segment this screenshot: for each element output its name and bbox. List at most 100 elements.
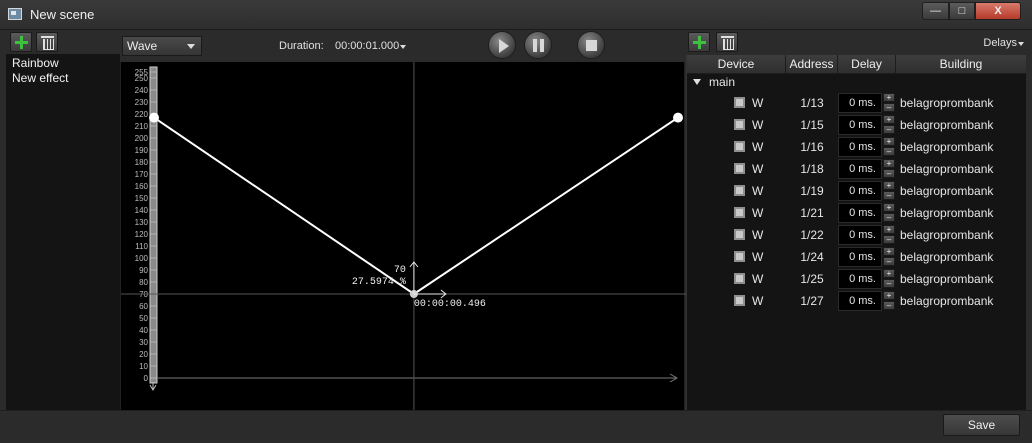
delete-device-button[interactable] <box>716 32 738 52</box>
effect-item-new-effect[interactable]: New effect <box>12 71 114 86</box>
delay-increment-button[interactable]: + <box>883 225 895 234</box>
delays-menu-label: Delays <box>983 37 1017 49</box>
column-header-delay[interactable]: Delay <box>838 55 896 73</box>
delay-input[interactable]: 0 ms. <box>838 137 882 157</box>
delete-effect-button[interactable] <box>36 32 58 52</box>
editor-toolbar: Wave Duration: 00:00:01.000 <box>120 30 685 62</box>
device-building: belagroprombank <box>900 140 994 154</box>
delay-increment-button[interactable]: + <box>883 159 895 168</box>
delay-decrement-button[interactable]: – <box>883 213 895 222</box>
maximize-button[interactable]: □ <box>949 2 975 20</box>
device-row[interactable]: W 1/25 0 ms. + – belagroprombank <box>687 268 1026 290</box>
close-button[interactable]: X <box>975 2 1021 20</box>
delay-increment-button[interactable]: + <box>883 181 895 190</box>
device-row[interactable]: W 1/27 0 ms. + – belagroprombank <box>687 290 1026 312</box>
delay-decrement-button[interactable]: – <box>883 147 895 156</box>
scale-tick-label: 50 <box>139 314 148 323</box>
delay-increment-button[interactable]: + <box>883 291 895 300</box>
add-device-button[interactable] <box>688 32 710 52</box>
device-row[interactable]: W 1/21 0 ms. + – belagroprombank <box>687 202 1026 224</box>
pause-button[interactable] <box>524 31 552 59</box>
device-address: 1/19 <box>800 184 824 198</box>
window-title: New scene <box>30 7 95 22</box>
column-header-device[interactable]: Device <box>687 55 786 73</box>
stop-button[interactable] <box>577 31 605 59</box>
delay-decrement-button[interactable]: – <box>883 191 895 200</box>
delay-decrement-button[interactable]: – <box>883 125 895 134</box>
wave-curve[interactable] <box>153 116 679 296</box>
device-row[interactable]: W 1/24 0 ms. + – belagroprombank <box>687 246 1026 268</box>
tree-group-main[interactable]: main <box>687 74 1026 92</box>
scale-tick-label: 10 <box>139 362 148 371</box>
app-window-icon <box>8 8 22 20</box>
scale-tick-label: 80 <box>139 278 148 287</box>
delay-input[interactable]: 0 ms. <box>838 247 882 267</box>
duration-value[interactable]: 00:00:01.000 <box>335 40 399 52</box>
add-effect-button[interactable] <box>10 32 32 52</box>
expand-arrow-icon[interactable] <box>693 79 701 85</box>
device-row[interactable]: W 1/16 0 ms. + – belagroprombank <box>687 136 1026 158</box>
device-building: belagroprombank <box>900 294 994 308</box>
delay-decrement-button[interactable]: – <box>883 169 895 178</box>
title-bar: New scene — □ X <box>0 0 1032 30</box>
device-row[interactable]: W 1/19 0 ms. + – belagroprombank <box>687 180 1026 202</box>
device-name: W <box>752 228 764 242</box>
minimize-button[interactable]: — <box>922 2 949 20</box>
device-building: belagroprombank <box>900 96 994 110</box>
chip-icon <box>731 292 748 309</box>
devices-table: Device Address Delay Building main W 1/13… <box>686 55 1026 410</box>
keyframe-point[interactable] <box>149 112 159 123</box>
scale-tick-label: 150 <box>135 194 149 203</box>
delay-decrement-button[interactable]: – <box>883 103 895 112</box>
duration-label: Duration: <box>279 40 324 52</box>
column-header-address[interactable]: Address <box>786 55 838 73</box>
scale-tick-label: 100 <box>135 254 149 263</box>
delay-increment-button[interactable]: + <box>883 203 895 212</box>
save-button[interactable]: Save <box>943 414 1020 436</box>
chip-icon <box>731 270 748 287</box>
device-row[interactable]: W 1/15 0 ms. + – belagroprombank <box>687 114 1026 136</box>
delay-input[interactable]: 0 ms. <box>838 291 882 311</box>
delay-decrement-button[interactable]: – <box>883 257 895 266</box>
effect-type-select[interactable]: Wave <box>122 36 202 56</box>
delay-input[interactable]: 0 ms. <box>838 93 882 113</box>
delay-input[interactable]: 0 ms. <box>838 203 882 223</box>
device-row[interactable]: W 1/18 0 ms. + – belagroprombank <box>687 158 1026 180</box>
device-address: 1/13 <box>800 96 824 110</box>
delay-increment-button[interactable]: + <box>883 93 895 102</box>
pause-icon <box>533 39 544 52</box>
device-row[interactable]: W 1/22 0 ms. + – belagroprombank <box>687 224 1026 246</box>
keyframe-points[interactable] <box>149 112 683 298</box>
chip-icon <box>731 94 748 111</box>
delay-decrement-button[interactable]: – <box>883 235 895 244</box>
delay-input[interactable]: 0 ms. <box>838 115 882 135</box>
delay-increment-button[interactable]: + <box>883 115 895 124</box>
duration-caret-icon[interactable] <box>400 45 406 49</box>
effect-type-value: Wave <box>127 39 158 53</box>
wave-graph[interactable]: 255 250 240 230 220 210 200 190 180 170 160 150 140 1… <box>120 62 686 410</box>
delay-increment-button[interactable]: + <box>883 269 895 278</box>
scale-tick-label: 130 <box>135 218 149 227</box>
cursor-time-label: 00:00:00.496 <box>414 299 486 310</box>
wave-graph-canvas[interactable]: 2552502402302202102001901801701601501401… <box>121 62 686 410</box>
effect-item-rainbow[interactable]: Rainbow <box>12 56 114 71</box>
delay-decrement-button[interactable]: – <box>883 279 895 288</box>
devices-toolbar: Delays <box>686 30 1026 54</box>
delays-menu[interactable]: Delays <box>983 37 1024 49</box>
column-header-building[interactable]: Building <box>896 55 1026 73</box>
delay-increment-button[interactable]: + <box>883 247 895 256</box>
scale-tick-label: 180 <box>135 158 149 167</box>
device-name: W <box>752 184 764 198</box>
delay-input[interactable]: 0 ms. <box>838 181 882 201</box>
play-button[interactable] <box>488 31 516 59</box>
keyframe-point[interactable] <box>673 112 683 123</box>
device-rows: W 1/13 0 ms. + – belagroprombank W 1/15 0 ms. + – b… <box>687 92 1026 312</box>
scale-tick-label: 20 <box>139 350 148 359</box>
delay-input[interactable]: 0 ms. <box>838 225 882 245</box>
device-row[interactable]: W 1/13 0 ms. + – belagroprombank <box>687 92 1026 114</box>
delay-input[interactable]: 0 ms. <box>838 269 882 289</box>
delay-input[interactable]: 0 ms. <box>838 159 882 179</box>
footer-bar: Save <box>0 410 1032 443</box>
delay-increment-button[interactable]: + <box>883 137 895 146</box>
delay-decrement-button[interactable]: – <box>883 301 895 310</box>
